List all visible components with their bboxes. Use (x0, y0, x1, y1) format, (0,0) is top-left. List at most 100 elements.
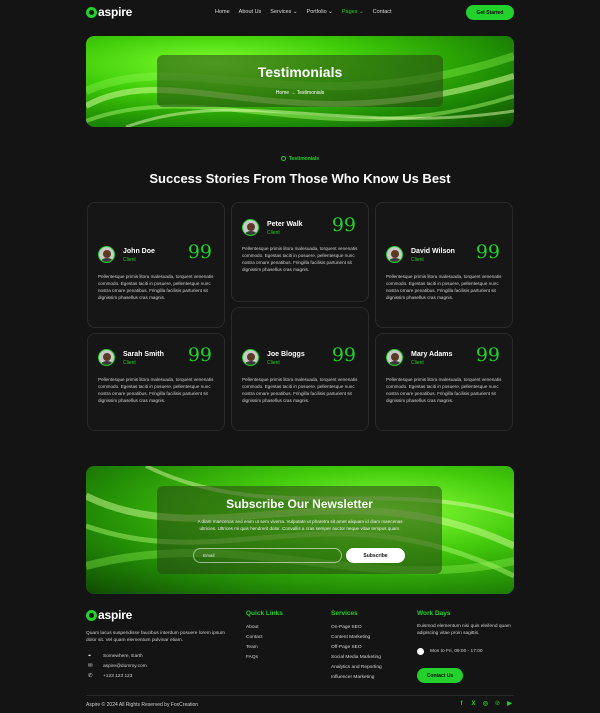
contact-us-button[interactable]: Contact Us (417, 668, 463, 683)
breadcrumb[interactable]: Home → Testimonials (157, 90, 443, 96)
section-title: Success Stories From Those Who Know Us B… (149, 171, 451, 186)
testimonial-role: Client (267, 360, 280, 366)
nav-link-portfolio[interactable]: Portfolio ⌄ (307, 9, 333, 15)
testimonial-name: Joe Bloggs (267, 351, 305, 358)
work-hours-text: Mon to Fri, 09:00 - 17:00 (430, 649, 483, 654)
email-input[interactable]: Email (193, 548, 342, 563)
quote-icon: 99 (475, 241, 500, 263)
avatar (242, 219, 259, 236)
nav-link-pages[interactable]: Pages ⌄ (342, 9, 364, 15)
avatar (98, 246, 115, 263)
footer-link-contact[interactable]: Contact (246, 635, 263, 640)
nav-link-home[interactable]: Home (215, 9, 230, 15)
contact-address-text: Somewhere, Earth (103, 654, 143, 659)
quote-icon: 99 (187, 344, 212, 366)
testimonial-text: Pellentesque primis litora malesuada, to… (386, 377, 502, 404)
nav-link-contact[interactable]: Contact (373, 9, 392, 15)
testimonial-text: Pellentesque primis litora malesuada, to… (242, 246, 358, 273)
newsletter-section: Subscribe Our Newsletter A diam maecenas… (86, 466, 514, 594)
testimonial-name: John Doe (123, 248, 155, 255)
footer-service-link[interactable]: Content Marketing (331, 635, 370, 640)
footer-description: Quam lacus suspendisse faucibus interdum… (86, 631, 225, 643)
footer-logo[interactable]: aspire (86, 608, 132, 622)
mail-icon: ✉ (88, 663, 93, 669)
footer-service-link[interactable]: Analytics and Reporting (331, 665, 382, 670)
quote-icon: 99 (187, 241, 212, 263)
hero-glass-panel: Testimonials Home → Testimonials (157, 55, 443, 107)
work-hours: Mon to Fri, 09:00 - 17:00 (417, 648, 483, 655)
facebook-icon[interactable]: f (458, 700, 465, 707)
testimonial-card: Peter Walk Client 99 Pellentesque primis… (231, 202, 369, 302)
eyebrow-dot-icon (280, 156, 286, 162)
newsletter-title: Subscribe Our Newsletter (226, 497, 373, 511)
social-links: f X ◎ ℗ ▶ (458, 700, 513, 708)
testimonial-role: Client (267, 230, 280, 236)
quote-icon: 99 (331, 344, 356, 366)
copyright-text: Aspire © 2024 All Rights Reserved by Fox… (86, 702, 199, 708)
testimonial-card: Joe Bloggs Client 99 Pellentesque primis… (231, 307, 369, 431)
logo-text: aspire (98, 608, 133, 622)
footer-link-team[interactable]: Team (246, 645, 258, 650)
contact-email-text: aspire@dummy.com (103, 663, 147, 669)
work-days-text: Euismod elementum nisi quis eleifend qua… (417, 624, 511, 636)
testimonial-role: Client (411, 360, 424, 366)
testimonial-text: Pellentesque primis litora malesuada, to… (98, 274, 214, 301)
section-eyebrow: Testimonials (0, 156, 600, 162)
nav-link-services[interactable]: Services ⌄ (270, 9, 297, 15)
avatar (386, 246, 403, 263)
logo-text: aspire (98, 5, 133, 19)
footer-service-link[interactable]: Social Media Marketing (331, 655, 381, 660)
logo-mark-icon (86, 609, 97, 621)
quote-icon: 99 (475, 344, 500, 366)
get-started-button[interactable]: Get Started (466, 5, 514, 20)
testimonial-card: Mary Adams Client 99 Pellentesque primis… (375, 333, 513, 431)
testimonial-text: Pellentesque primis litora malesuada, to… (386, 274, 502, 301)
testimonial-card: Sarah Smith Client 99 Pellentesque primi… (87, 333, 225, 431)
site-logo[interactable]: aspire (86, 5, 132, 19)
testimonial-name: Peter Walk (267, 221, 303, 228)
footer-link-faqs[interactable]: FAQs (246, 655, 258, 660)
testimonial-name: David Wilson (411, 248, 455, 255)
pinterest-icon[interactable]: ℗ (494, 700, 501, 707)
work-days-heading: Work Days (417, 610, 451, 617)
location-pin-icon: ⌖ (88, 653, 92, 659)
page-title: Testimonials (257, 64, 343, 80)
avatar (98, 349, 115, 366)
footer-link-about[interactable]: About (246, 625, 259, 630)
x-icon[interactable]: X (470, 700, 477, 707)
testimonial-card: David Wilson Client 99 Pellentesque prim… (375, 202, 513, 328)
avatar (242, 349, 259, 366)
youtube-icon[interactable]: ▶ (506, 700, 513, 707)
top-navbar: aspire Home About Us Services ⌄ Portfoli… (0, 0, 600, 26)
testimonial-text: Pellentesque primis litora malesuada, to… (242, 377, 358, 404)
footer-service-link[interactable]: Off-Page SEO (331, 645, 362, 650)
footer-divider (86, 695, 514, 696)
testimonial-text: Pellentesque primis litora malesuada, to… (98, 377, 214, 404)
avatar (386, 349, 403, 366)
quote-icon: 99 (331, 214, 356, 236)
newsletter-text: A diam maecenas sed enim ut sem viverra.… (197, 519, 403, 531)
page-hero-banner: Testimonials Home → Testimonials (86, 36, 514, 127)
logo-mark-icon (86, 6, 97, 18)
services-heading: Services (331, 610, 358, 617)
testimonial-role: Client (411, 257, 424, 263)
contact-address: ⌖ Somewhere, Earth (88, 653, 143, 660)
eyebrow-label: Testimonials (288, 156, 320, 162)
contact-email[interactable]: ✉ aspire@dummy.com (88, 663, 147, 669)
footer-service-link[interactable]: Influencer Marketing (331, 675, 374, 680)
testimonial-card: John Doe Client 99 Pellentesque primis l… (87, 202, 225, 328)
instagram-icon[interactable]: ◎ (482, 700, 489, 707)
newsletter-glass-panel: Subscribe Our Newsletter A diam maecenas… (157, 486, 442, 574)
testimonial-name: Mary Adams (411, 351, 453, 358)
nav-link-about[interactable]: About Us (239, 9, 262, 15)
contact-phone-text: +123 123 123 (103, 673, 133, 679)
clock-icon (417, 648, 424, 655)
testimonial-name: Sarah Smith (123, 351, 164, 358)
contact-phone[interactable]: ✆ +123 123 123 (88, 673, 132, 679)
testimonial-role: Client (123, 257, 136, 263)
testimonial-role: Client (123, 360, 136, 366)
footer-service-link[interactable]: On-Page SEO (331, 625, 362, 630)
quick-links-heading: Quick Links (246, 610, 283, 617)
subscribe-button[interactable]: Subscribe (346, 548, 405, 563)
main-menu: Home About Us Services ⌄ Portfolio ⌄ Pag… (215, 9, 392, 15)
